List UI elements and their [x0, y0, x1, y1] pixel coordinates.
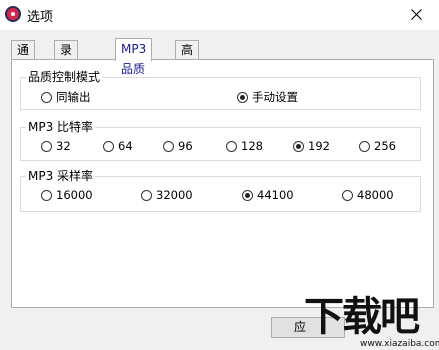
radio-circle: [226, 140, 237, 152]
title-bar: 选项: [0, 0, 439, 30]
radio-circle: [41, 140, 52, 152]
sample-rate-16000-radio[interactable]: 16000: [41, 187, 93, 203]
tab-mp3-quality[interactable]: MP3品质: [115, 38, 153, 76]
sample-rate-label: MP3 采样率: [26, 168, 96, 184]
tab-panel: 品质控制模式 同输出 手动设置 MP3 比特率 32 64 96 128 192…: [11, 59, 434, 308]
tab-advanced[interactable]: 高级: [175, 40, 200, 76]
radio-label: 256: [374, 139, 396, 153]
radio-circle: [141, 189, 152, 201]
radio-label: 同输出: [56, 90, 91, 104]
app-icon: [5, 6, 21, 22]
radio-circle: [103, 140, 114, 152]
radio-circle: [242, 189, 253, 201]
bitrate-128-radio[interactable]: 128: [226, 138, 263, 154]
watermark-url: www.xiazaiba.com: [360, 339, 439, 349]
watermark-text: 下载吧: [304, 294, 420, 340]
radio-label: 128: [241, 139, 263, 153]
quality-mode-group: 品质控制模式 同输出 手动设置: [20, 69, 421, 110]
sample-rate-44100-radio[interactable]: 44100: [242, 187, 294, 203]
radio-label: 44100: [257, 188, 294, 202]
bitrate-label: MP3 比特率: [26, 119, 96, 135]
bitrate-96-radio[interactable]: 96: [163, 138, 193, 154]
radio-circle: [359, 140, 370, 152]
sample-rate-48000-radio[interactable]: 48000: [342, 187, 394, 203]
radio-label: 32: [56, 139, 71, 153]
close-icon: [411, 9, 422, 20]
close-button[interactable]: [395, 0, 439, 30]
bitrate-group: MP3 比特率 32 64 96 128 192 256: [20, 119, 421, 161]
radio-label: 48000: [357, 188, 394, 202]
radio-circle: [163, 140, 174, 152]
tab-general[interactable]: 通用: [11, 40, 36, 76]
bitrate-256-radio[interactable]: 256: [359, 138, 396, 154]
tab-recording-settings[interactable]: 录制设置: [54, 40, 79, 114]
radio-label: 16000: [56, 188, 93, 202]
bitrate-32-radio[interactable]: 32: [41, 138, 71, 154]
sample-rate-group: MP3 采样率 16000 32000 44100 48000: [20, 168, 421, 212]
quality-mode-manual-radio[interactable]: 手动设置: [237, 89, 298, 105]
radio-label: 32000: [156, 188, 193, 202]
radio-label: 手动设置: [252, 90, 298, 104]
window-title: 选项: [27, 10, 54, 25]
watermark-logo: 下载吧 www.xiazaiba.com: [300, 294, 439, 350]
quality-mode-same-output-radio[interactable]: 同输出: [41, 89, 91, 105]
radio-label: 192: [308, 139, 330, 153]
sample-rate-32000-radio[interactable]: 32000: [141, 187, 193, 203]
radio-circle: [342, 189, 353, 201]
bitrate-64-radio[interactable]: 64: [103, 138, 133, 154]
radio-circle: [293, 140, 304, 152]
radio-circle: [41, 189, 52, 201]
bitrate-192-radio[interactable]: 192: [293, 138, 330, 154]
radio-circle: [237, 91, 248, 103]
radio-label: 96: [178, 139, 193, 153]
radio-circle: [41, 91, 52, 103]
quality-mode-label: 品质控制模式: [26, 69, 103, 85]
radio-label: 64: [118, 139, 133, 153]
